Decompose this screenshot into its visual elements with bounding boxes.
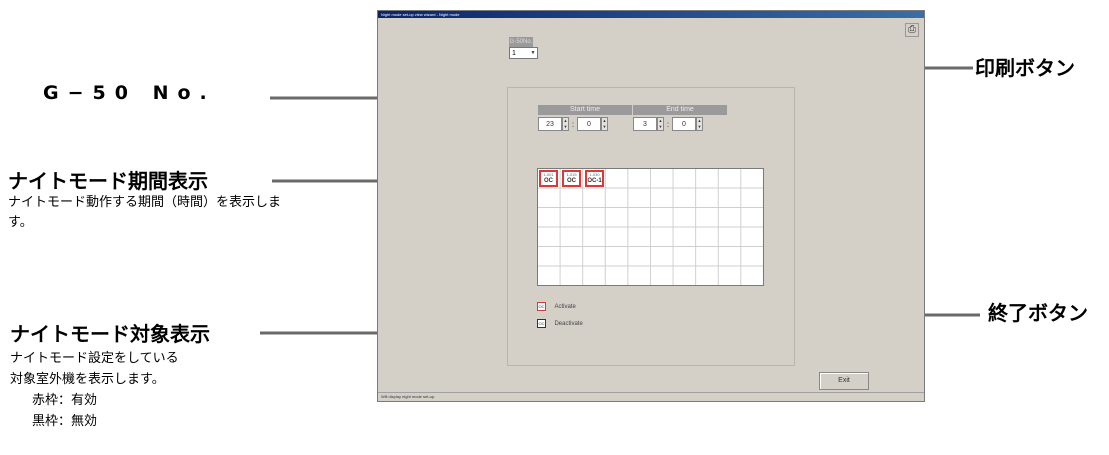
- print-button-annotation: 印刷ボタン: [975, 56, 1075, 80]
- night-mode-panel: Start time 23 ▲ ▼ : 0 ▲ ▼ End time 3 ▲ ▼ : …: [507, 87, 795, 366]
- legend-deactivate: OC Deactivate: [537, 315, 583, 333]
- deactivate-legend-label: Deactivate: [554, 320, 583, 327]
- red-frame-note: 赤枠：有効: [32, 393, 98, 408]
- status-bar: Will display night mode set-up.: [378, 392, 924, 401]
- exit-button-annotation: 終了ボタン: [988, 301, 1088, 325]
- unit-code: OC: [567, 178, 576, 184]
- start-minute-field[interactable]: 0: [577, 117, 601, 131]
- outdoor-unit-grid: 1-001 OC 1-015 OC 1-030 OC-1: [537, 168, 764, 286]
- outdoor-unit-cell[interactable]: 1-030 OC-1: [585, 170, 604, 187]
- printer-icon: ⎙: [908, 24, 916, 35]
- g50-dropdown[interactable]: 1 ▼: [509, 47, 538, 59]
- g50-annotation: G−50 No.: [43, 82, 216, 104]
- start-hour-spinner[interactable]: ▲ ▼: [562, 117, 569, 131]
- target-desc-line2: 対象室外機を表示します。: [10, 372, 165, 387]
- end-time-group: End time 3 ▲ ▼ : 0 ▲ ▼: [633, 105, 727, 131]
- print-button[interactable]: ⎙: [905, 23, 919, 37]
- night-period-annotation-desc: ナイトモード動作する期間（時間）を表示します。: [8, 195, 282, 230]
- outdoor-unit-cell[interactable]: 1-015 OC: [562, 170, 581, 187]
- g50-label: G-50No.: [509, 37, 533, 47]
- night-mode-window: Night mode set-up view wizard - Night mo…: [377, 10, 925, 402]
- g50-selector: G-50No. 1 ▼: [509, 37, 538, 59]
- legend-activate: OC Activate: [537, 298, 576, 316]
- time-colon: :: [666, 119, 670, 129]
- start-time-group: Start time 23 ▲ ▼ : 0 ▲ ▼: [538, 105, 632, 131]
- black-frame-note: 黒枠：無効: [32, 414, 98, 429]
- outdoor-unit-cell[interactable]: 1-001 OC: [539, 170, 558, 187]
- end-hour-field[interactable]: 3: [633, 117, 657, 131]
- end-hour-spinner[interactable]: ▲ ▼: [657, 117, 664, 131]
- deactivate-legend-icon: OC: [537, 319, 546, 329]
- chevron-down-icon: ▼: [530, 50, 536, 56]
- activate-legend-icon: OC: [537, 302, 546, 312]
- activate-legend-label: Activate: [554, 303, 576, 310]
- start-hour-field[interactable]: 23: [538, 117, 562, 131]
- end-time-label: End time: [633, 105, 727, 115]
- window-titlebar: Night mode set-up view wizard - Night mo…: [378, 11, 924, 18]
- target-desc-line1: ナイトモード設定をしている: [10, 351, 179, 366]
- g50-value: 1: [512, 50, 516, 57]
- target-annotation-title: ナイトモード対象表示: [10, 322, 210, 346]
- start-time-label: Start time: [538, 105, 632, 115]
- night-period-annotation-title: ナイトモード期間表示: [8, 169, 208, 193]
- target-annotation-desc: ナイトモード設定をしている 対象室外機を表示します。 赤枠：有効 黒枠：無効: [10, 348, 290, 432]
- time-colon: :: [571, 119, 575, 129]
- unit-code: OC: [544, 178, 553, 184]
- start-minute-spinner[interactable]: ▲ ▼: [601, 117, 608, 131]
- unit-code: OC-1: [587, 178, 602, 184]
- exit-button[interactable]: Exit: [819, 372, 869, 390]
- end-minute-spinner[interactable]: ▲ ▼: [696, 117, 703, 131]
- end-minute-field[interactable]: 0: [672, 117, 696, 131]
